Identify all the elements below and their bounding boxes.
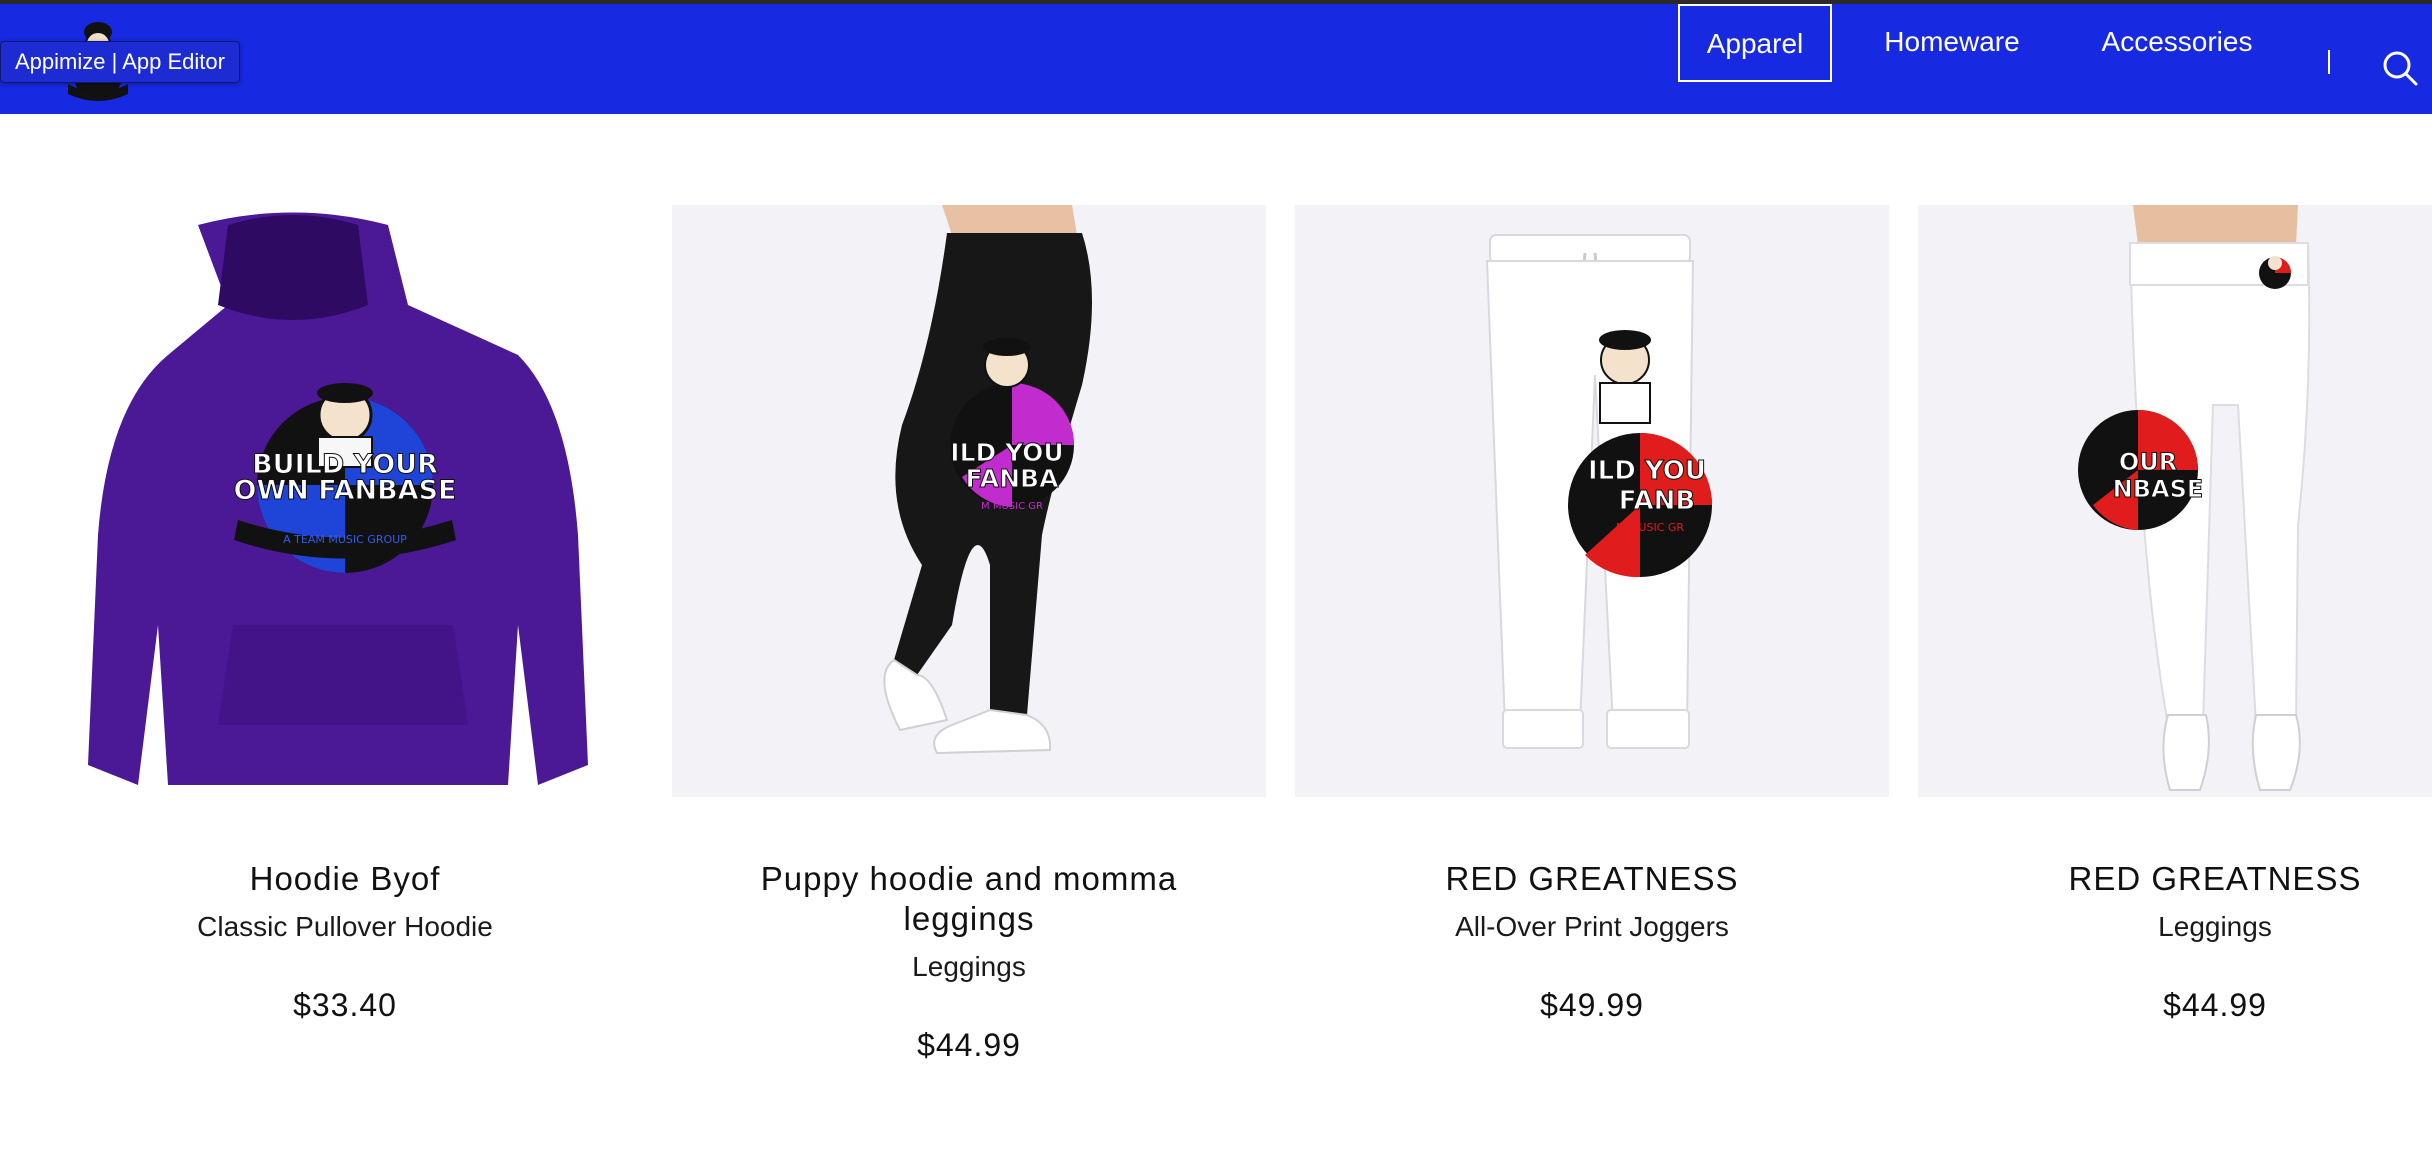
leggings-print-line1: ILD YOU: [950, 438, 1063, 467]
product-image[interactable]: ILD YOU FANB M MUSIC GR: [1295, 205, 1889, 797]
leggings-print-line2: FANBA: [966, 464, 1060, 493]
product-card[interactable]: ILD YOU FANB M MUSIC GR RED GREATNESS Al…: [1295, 205, 1889, 1025]
joggers-print-line3: M MUSIC GR: [1616, 521, 1684, 534]
product-title[interactable]: Hoodie Byof: [48, 859, 642, 899]
joggers-print-line2: FANB: [1619, 486, 1695, 516]
hoodie-print-line3: A TEAM MUSIC GROUP: [283, 533, 407, 546]
search-icon: [2383, 51, 2418, 86]
store-header: Appimize | App Editor Apparel Homeware A…: [0, 4, 2432, 114]
leggings-print-line3: M MUSIC GR: [981, 501, 1043, 512]
product-card[interactable]: BUILD YOUR OWN FANBASE A TEAM MUSIC GROU…: [48, 205, 642, 1025]
product-subtitle: All-Over Print Joggers: [1455, 911, 1729, 942]
product-price: $44.99: [2163, 987, 2267, 1023]
product-price: $49.99: [1540, 987, 1644, 1023]
nav-accessories[interactable]: Accessories: [2084, 4, 2270, 82]
product-price: $33.40: [293, 987, 397, 1023]
search-button[interactable]: [2380, 48, 2420, 88]
joggers-print-line1: ILD YOU: [1588, 456, 1706, 486]
product-card[interactable]: OUR NBASE RED GREATNESS Leggings $44.99: [1918, 205, 2432, 1025]
product-title[interactable]: Puppy hoodie and momma leggings: [672, 859, 1266, 939]
product-image[interactable]: OUR NBASE: [1918, 205, 2432, 797]
nav-apparel[interactable]: Apparel: [1678, 4, 1832, 82]
product-image[interactable]: BUILD YOUR OWN FANBASE A TEAM MUSIC GROU…: [48, 205, 642, 797]
product-card[interactable]: ILD YOU FANBA M MUSIC GR Puppy hoodie an…: [672, 205, 1266, 1065]
red-leggings-print-line2: NBASE: [2113, 475, 2204, 503]
red-leggings-print-line1: OUR: [2119, 448, 2177, 476]
nav-divider: [2328, 50, 2330, 74]
product-price: $44.99: [917, 1027, 1021, 1063]
nav-homeware[interactable]: Homeware: [1866, 4, 2038, 82]
product-title[interactable]: RED GREATNESS: [1295, 859, 1889, 899]
product-title[interactable]: RED GREATNESS: [1918, 859, 2432, 899]
product-subtitle: Classic Pullover Hoodie: [197, 911, 493, 942]
product-subtitle: Leggings: [912, 951, 1026, 982]
app-editor-label: Appimize | App Editor: [0, 41, 240, 83]
product-image[interactable]: ILD YOU FANBA M MUSIC GR: [672, 205, 1266, 797]
hoodie-print-line2: OWN FANBASE: [234, 475, 457, 506]
product-subtitle: Leggings: [2158, 911, 2272, 942]
